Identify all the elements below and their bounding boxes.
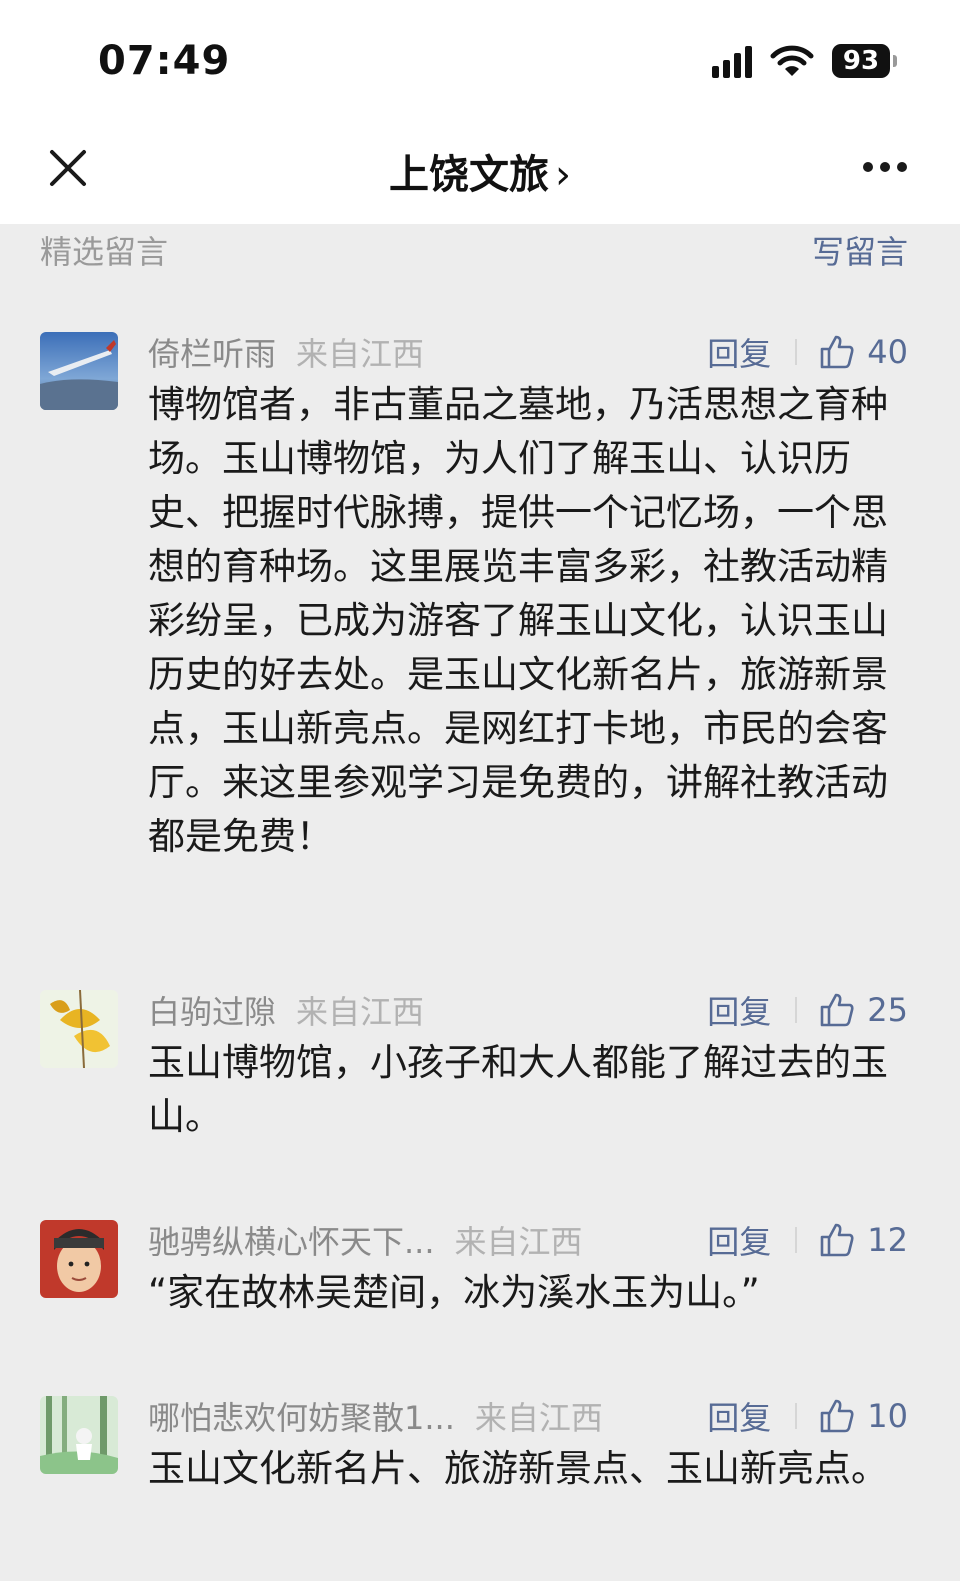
like-button[interactable]: 40 bbox=[819, 333, 908, 371]
comment-text: 玉山博物馆，小孩子和大人都能了解过去的玉山。 bbox=[148, 1041, 888, 1138]
write-comment-button[interactable]: 写留言 bbox=[812, 227, 908, 273]
commenter-name[interactable]: 白驹过隙 bbox=[148, 987, 276, 1033]
comment-actions: 回复 12 bbox=[707, 1217, 908, 1263]
divider bbox=[795, 1227, 798, 1253]
like-count: 10 bbox=[867, 1397, 908, 1435]
featured-comments-title: 精选留言 bbox=[40, 233, 169, 271]
reply-button[interactable]: 回复 bbox=[707, 1393, 771, 1439]
divider bbox=[795, 339, 798, 365]
comment-text: 博物馆者，非古董品之墓地，乃活思想之育种场。玉山博物馆，为人们了解玉山、认识历史… bbox=[148, 383, 888, 858]
avatar[interactable] bbox=[40, 1220, 118, 1298]
comment-text: 玉山文化新名片、旅游新景点、玉山新亮点。 bbox=[148, 1447, 888, 1490]
top-bar: 07:49 93 上饶文旅 › bbox=[0, 0, 960, 224]
divider bbox=[795, 1403, 798, 1429]
thumbs-up-icon bbox=[820, 993, 854, 1027]
commenter-name[interactable]: 驰骋纵横心怀天下... bbox=[148, 1217, 435, 1263]
status-time: 07:49 bbox=[98, 38, 231, 84]
commenter-location: 来自江西 bbox=[296, 335, 425, 373]
thumbs-up-icon bbox=[820, 335, 854, 369]
avatar[interactable] bbox=[40, 1396, 118, 1474]
comment-header: 倚栏听雨 来自江西 回复 40 bbox=[148, 329, 908, 375]
comment-header: 驰骋纵横心怀天下... 来自江西 回复 12 bbox=[148, 1217, 908, 1263]
comment-header: 白驹过隙 来自江西 回复 25 bbox=[148, 987, 908, 1033]
chevron-right-icon: › bbox=[555, 152, 571, 198]
commenter-name[interactable]: 倚栏听雨 bbox=[148, 329, 276, 375]
divider bbox=[795, 997, 798, 1023]
wifi-icon bbox=[770, 45, 814, 76]
commenter-name[interactable]: 哪怕悲欢何妨聚散1... bbox=[148, 1393, 455, 1439]
like-button[interactable]: 10 bbox=[819, 1397, 908, 1435]
cellular-signal-icon bbox=[712, 44, 752, 78]
like-button[interactable]: 25 bbox=[819, 991, 908, 1029]
like-count: 40 bbox=[867, 333, 908, 371]
avatar[interactable] bbox=[40, 990, 118, 1068]
account-name: 上饶文旅 bbox=[389, 152, 549, 198]
comment-header: 哪怕悲欢何妨聚散1... 来自江西 回复 10 bbox=[148, 1393, 908, 1439]
commenter-location: 来自江西 bbox=[296, 993, 425, 1031]
comment-text: “家在故林吴楚间，冰为溪水玉为山。” bbox=[148, 1271, 760, 1314]
account-title[interactable]: 上饶文旅 › bbox=[0, 142, 960, 200]
reply-button[interactable]: 回复 bbox=[707, 987, 771, 1033]
like-count: 25 bbox=[867, 991, 908, 1029]
reply-button[interactable]: 回复 bbox=[707, 329, 771, 375]
commenter-location: 来自江西 bbox=[474, 1399, 603, 1437]
status-icons: 93 bbox=[712, 44, 897, 78]
thumbs-up-icon bbox=[820, 1223, 854, 1257]
like-count: 12 bbox=[867, 1221, 908, 1259]
thumbs-up-icon bbox=[820, 1399, 854, 1433]
comment-actions: 回复 10 bbox=[707, 1393, 908, 1439]
comment-actions: 回复 25 bbox=[707, 987, 908, 1033]
battery-indicator: 93 bbox=[832, 44, 897, 78]
avatar[interactable] bbox=[40, 332, 118, 410]
comments-header: 精选留言 写留言 bbox=[40, 227, 908, 273]
more-options-icon[interactable] bbox=[862, 160, 908, 174]
comment-actions: 回复 40 bbox=[707, 329, 908, 375]
reply-button[interactable]: 回复 bbox=[707, 1217, 771, 1263]
like-button[interactable]: 12 bbox=[819, 1221, 908, 1259]
commenter-location: 来自江西 bbox=[454, 1223, 583, 1261]
